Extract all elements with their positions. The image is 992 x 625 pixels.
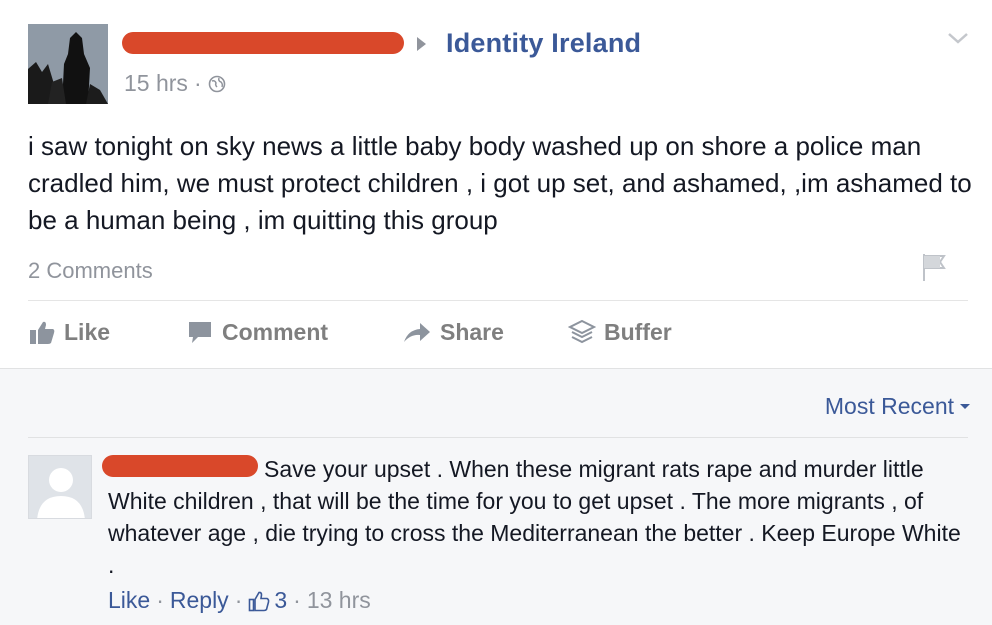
footer-separator: · (234, 587, 243, 613)
sort-label: Most Recent (824, 393, 954, 419)
buffer-stack-icon (568, 318, 596, 346)
buffer-label: Buffer (604, 318, 672, 345)
meta-separator: · (193, 70, 202, 96)
like-count-value: 3 (274, 587, 288, 613)
comment-label: Comment (222, 318, 329, 345)
comment-like-count[interactable]: 3 (248, 587, 287, 614)
chevron-down-icon[interactable] (946, 30, 970, 51)
comment-reply-link[interactable]: Reply (170, 587, 229, 614)
share-button[interactable]: Share (402, 318, 504, 346)
globe-icon[interactable] (208, 75, 226, 93)
sort-dropdown[interactable]: Most Recent (825, 393, 970, 420)
author-name-redaction (122, 32, 404, 54)
caret-down-icon (960, 404, 970, 409)
comment-like-link[interactable]: Like (108, 587, 150, 614)
footer-separator: · (156, 587, 164, 613)
footer-separator: · (293, 587, 301, 613)
comments-count-link[interactable]: 2 Comments (28, 258, 153, 284)
speech-bubble-icon (186, 318, 214, 346)
like-button[interactable]: Like (28, 318, 110, 346)
post-card: Identity Ireland 15 hrs · i saw tonight … (0, 0, 992, 368)
group-name-link[interactable]: Identity Ireland (446, 28, 641, 59)
author-avatar[interactable] (28, 24, 108, 104)
buffer-button[interactable]: Buffer (568, 318, 672, 346)
comments-divider (28, 437, 968, 438)
like-label: Like (64, 318, 111, 345)
thumbs-up-outline-icon (248, 590, 270, 612)
thumbs-up-icon (28, 318, 56, 346)
post-time[interactable]: 15 hrs (124, 70, 188, 97)
comments-section: Most Recent Save your upset . When these… (0, 368, 992, 625)
post-body: i saw tonight on sky news a little baby … (28, 131, 972, 235)
comment-time[interactable]: 13 hrs (307, 587, 371, 614)
group-arrow-icon (417, 37, 426, 51)
name-spacer (108, 476, 264, 477)
comment-body: Save your upset . When these migrant rat… (108, 453, 968, 581)
actions-divider (28, 300, 968, 301)
comment-text: Save your upset . When these migrant rat… (108, 456, 961, 578)
share-label: Share (440, 318, 504, 345)
comment-button[interactable]: Comment (186, 318, 328, 346)
flag-icon[interactable] (920, 252, 948, 287)
share-arrow-icon (402, 318, 432, 346)
comment-footer: Like · Reply · 3 · 13 hrs (108, 587, 371, 614)
post-meta: 15 hrs · (124, 70, 226, 97)
commenter-avatar[interactable] (28, 455, 92, 519)
